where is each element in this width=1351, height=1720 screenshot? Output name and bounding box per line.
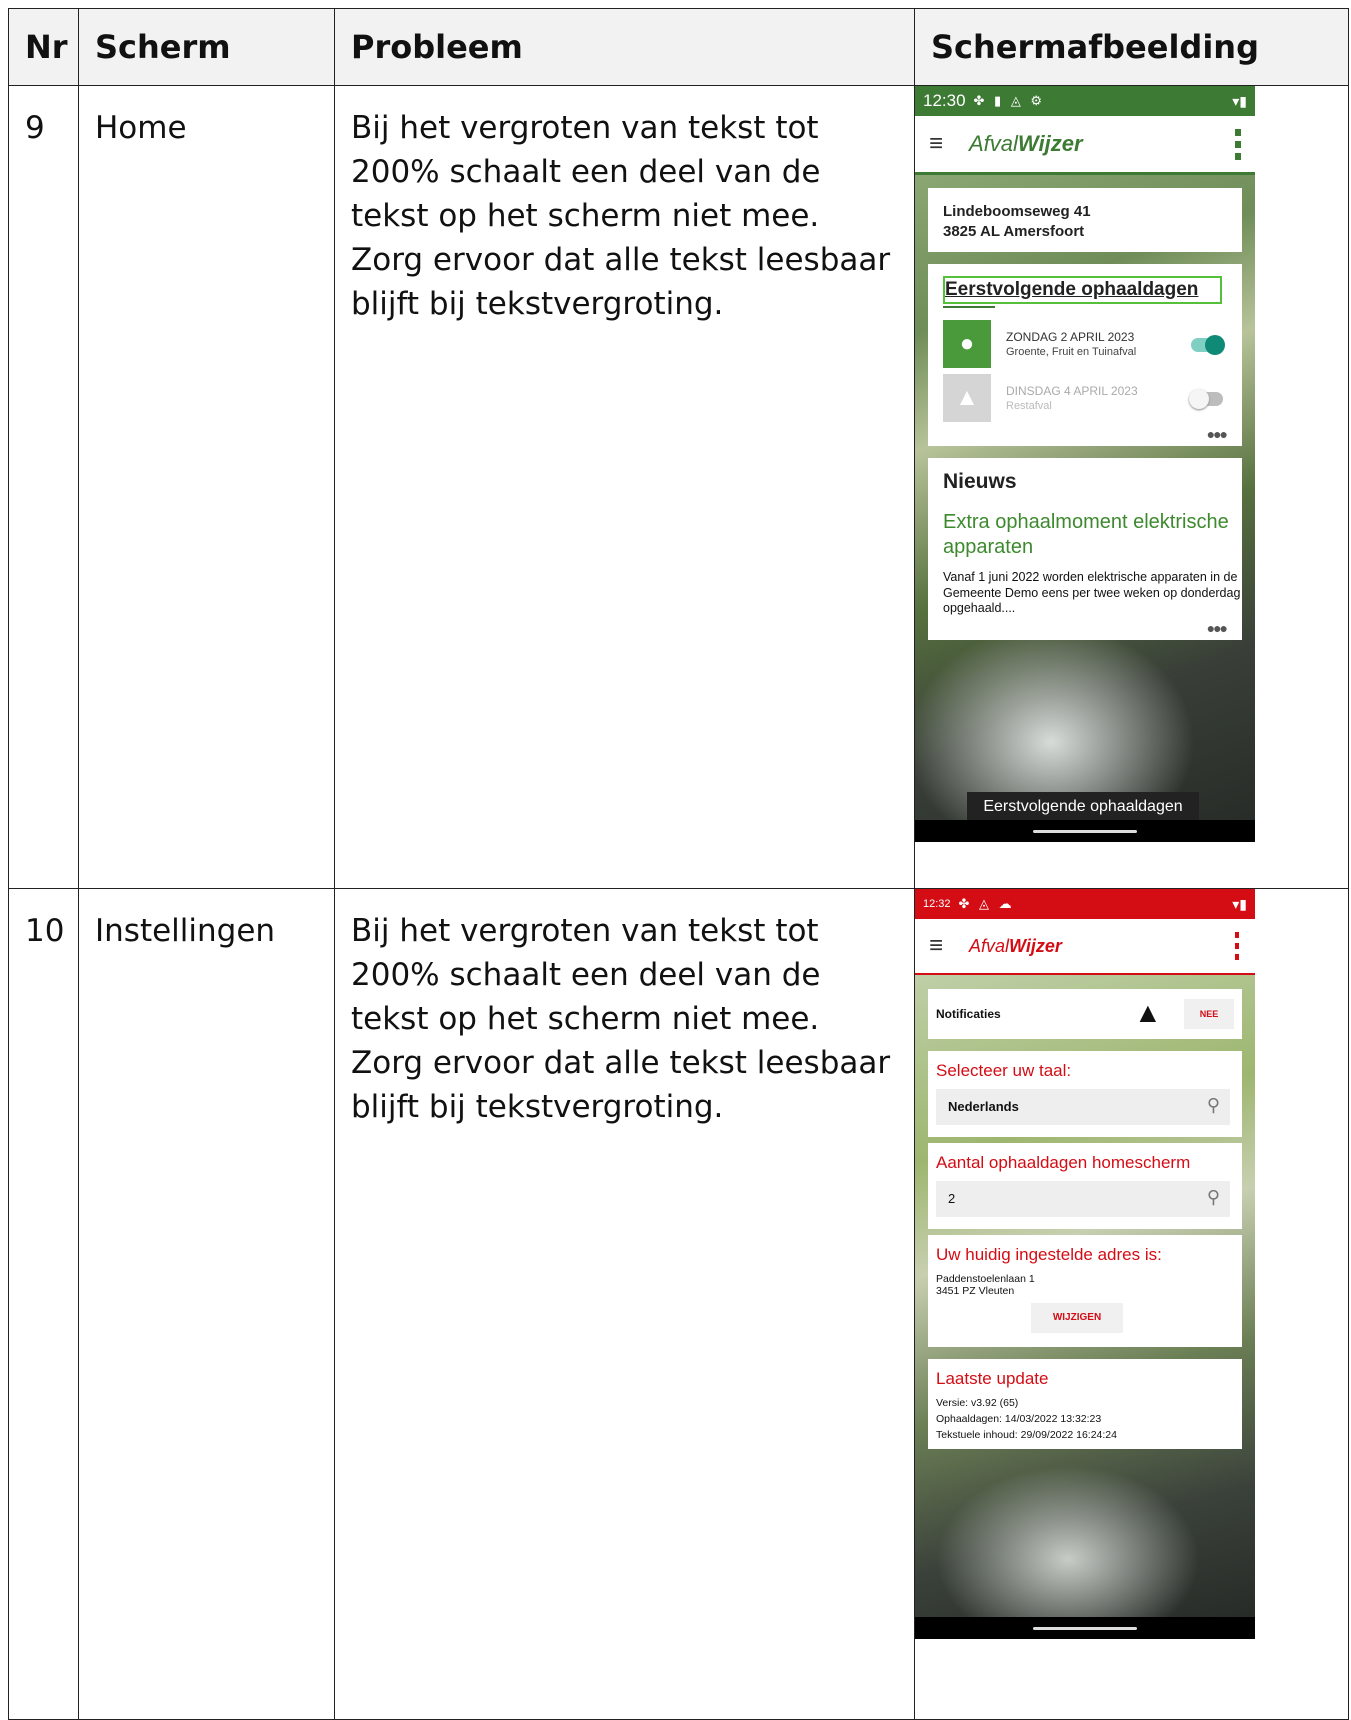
header-probleem: Probleem (334, 8, 915, 86)
pickup-count-select[interactable]: 2 ⚲ (936, 1181, 1230, 1217)
hamburger-menu-icon[interactable]: ≡ (929, 932, 969, 960)
notifications-card: Notificaties ▲ NEE (928, 989, 1242, 1039)
app-bar: ≡ AfvalWijzer (915, 116, 1255, 175)
update-lines: Versie: v3.92 (65) Ophaaldagen: 14/03/20… (936, 1397, 1117, 1441)
search-icon: ⚲ (1206, 1095, 1220, 1115)
pickup-count-title: Aantal ophaaldagen homescherm (936, 1153, 1191, 1172)
app-logo: AfvalWijzer (969, 131, 1083, 156)
row-screenshot: 12:30 ✤ ▮ ◬ ⚙ ▾▮ ≡ AfvalWijzer Lindeboom… (914, 85, 1349, 889)
notifications-label: Notificaties (936, 1007, 1001, 1021)
news-card: Nieuws Extra ophaalmoment elektrische ap… (928, 458, 1242, 640)
status-bar: 12:32 ✤ ◬ ☁ ▾▮ (915, 889, 1255, 919)
notifications-button[interactable]: NEE (1184, 999, 1234, 1029)
nav-bar (915, 1617, 1255, 1639)
language-card: Selecteer uw taal: Nederlands ⚲ (928, 1051, 1242, 1137)
pickup-date: ZONDAG 2 APRIL 2023 (1006, 330, 1135, 344)
more-options-icon[interactable] (1235, 128, 1241, 160)
pickup-toggle[interactable] (1191, 335, 1225, 355)
header-schermafbeelding: Schermafbeelding (914, 8, 1349, 86)
home-handle[interactable] (1033, 830, 1137, 833)
hamburger-menu-icon[interactable]: ≡ (929, 130, 969, 158)
address-title: Uw huidig ingestelde adres is: (936, 1245, 1162, 1264)
apple-icon: ● (943, 320, 991, 368)
row-probleem: Bij het vergroten van tekst tot 200% sch… (334, 888, 915, 1720)
row-nr: 9 (8, 85, 79, 889)
home-handle[interactable] (1033, 1627, 1137, 1630)
more-dots-icon[interactable]: ●●● (1207, 620, 1228, 636)
wifi-battery-icon: ▾▮ (1232, 92, 1247, 109)
address-text: Paddenstoelenlaan 1 3451 PZ Vleuten (936, 1273, 1035, 1297)
warning-icon: ▲ (1134, 997, 1162, 1028)
language-title: Selecteer uw taal: (936, 1061, 1072, 1080)
pickup-item[interactable]: ● ZONDAG 2 APRIL 2023 Groente, Fruit en … (943, 320, 1227, 368)
address-line2: 3825 AL Amersfoort (943, 223, 1085, 240)
language-select[interactable]: Nederlands ⚲ (936, 1089, 1230, 1125)
table-row: 9 Home Bij het vergroten van tekst tot 2… (8, 85, 1349, 889)
address-card: Uw huidig ingestelde adres is: Paddensto… (928, 1235, 1242, 1347)
change-address-button[interactable]: WIJZIGEN (1031, 1303, 1123, 1333)
bag-icon: ▲ (943, 374, 991, 422)
row-screenshot: 12:32 ✤ ◬ ☁ ▾▮ ≡ AfvalWijzer Notificatie… (914, 888, 1349, 1720)
header-row: Nr Scherm Probleem Schermafbeelding (8, 8, 1349, 86)
app-logo: AfvalWijzer (969, 935, 1062, 956)
settings-screenshot: 12:32 ✤ ◬ ☁ ▾▮ ≡ AfvalWijzer Notificatie… (915, 889, 1255, 1639)
row-scherm: Instellingen (78, 888, 335, 1720)
update-title: Laatste update (936, 1369, 1049, 1388)
wifi-battery-icon: ▾▮ (1232, 895, 1247, 912)
status-icons: ✤ ◬ ☁ (958, 896, 1015, 911)
status-time: 12:32 (923, 898, 951, 910)
home-screenshot: 12:30 ✤ ▮ ◬ ⚙ ▾▮ ≡ AfvalWijzer Lindeboom… (915, 86, 1255, 842)
pickup-date: DINSDAG 4 APRIL 2023 (1006, 384, 1138, 398)
row-scherm: Home (78, 85, 335, 889)
news-title[interactable]: Extra ophaalmoment elektrische apparaten (943, 510, 1233, 560)
toast-message: Eerstvolgende ophaaldagen (967, 792, 1199, 822)
status-bar: 12:30 ✤ ▮ ◬ ⚙ ▾▮ (915, 86, 1255, 116)
pickup-type: Restafval (1006, 400, 1052, 412)
row-nr: 10 (8, 888, 79, 1720)
more-options-icon[interactable] (1235, 932, 1241, 960)
nav-bar (915, 820, 1255, 842)
header-nr: Nr (8, 8, 79, 86)
app-bar: ≡ AfvalWijzer (915, 919, 1255, 975)
pickup-toggle[interactable] (1189, 389, 1223, 409)
address-line1: Lindeboomseweg 41 (943, 203, 1091, 220)
status-time: 12:30 (923, 91, 966, 110)
language-value: Nederlands (948, 1099, 1019, 1114)
pickups-title[interactable]: Eerstvolgende ophaaldagen (943, 276, 1222, 304)
search-icon: ⚲ (1206, 1187, 1220, 1207)
pickup-count-card: Aantal ophaaldagen homescherm 2 ⚲ (928, 1143, 1242, 1229)
pickups-card: Eerstvolgende ophaaldagen ● ZONDAG 2 APR… (928, 264, 1242, 446)
pickup-type: Groente, Fruit en Tuinafval (1006, 346, 1137, 358)
status-icons: ✤ ▮ ◬ ⚙ (973, 93, 1046, 108)
news-body: Vanaf 1 juni 2022 worden elektrische app… (943, 570, 1241, 615)
more-dots-icon[interactable]: ●●● (1207, 426, 1228, 442)
row-probleem: Bij het vergroten van tekst tot 200% sch… (334, 85, 915, 889)
address-card[interactable]: Lindeboomseweg 41 3825 AL Amersfoort (928, 188, 1242, 252)
issues-table: Nr Scherm Probleem Schermafbeelding 9 Ho… (8, 8, 1349, 1720)
news-heading: Nieuws (943, 470, 1017, 493)
table-row: 10 Instellingen Bij het vergroten van te… (8, 888, 1349, 1720)
pickup-count-value: 2 (948, 1191, 956, 1206)
header-scherm: Scherm (78, 8, 335, 86)
title-underline (943, 306, 995, 308)
pickup-item[interactable]: ▲ DINSDAG 4 APRIL 2023 Restafval (943, 374, 1227, 422)
last-update-card: Laatste update Versie: v3.92 (65) Ophaal… (928, 1359, 1242, 1449)
